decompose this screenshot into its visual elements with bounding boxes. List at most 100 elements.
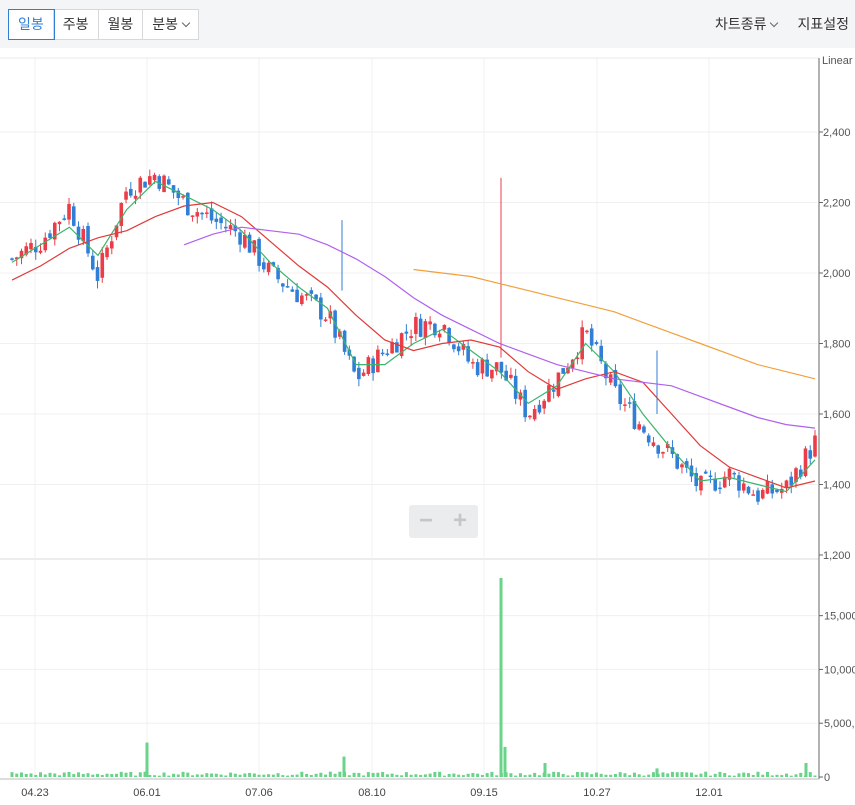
- candle: [62, 214, 67, 221]
- candle: [737, 471, 741, 498]
- candle: [532, 405, 537, 422]
- volume-bar: [670, 771, 674, 777]
- volume-bar: [746, 773, 750, 777]
- x-tick-label: 10.27: [583, 787, 611, 799]
- period-tabs: 일봉 주봉 월봉 분봉: [8, 9, 200, 40]
- volume-bar: [765, 771, 769, 777]
- volume-bar: [575, 771, 579, 777]
- volume-bar: [205, 773, 209, 777]
- tab-daily[interactable]: 일봉: [8, 9, 55, 40]
- candle: [699, 475, 703, 496]
- candle: [281, 282, 285, 293]
- volume-bar: [442, 775, 446, 777]
- volume-bar: [537, 775, 541, 777]
- volume-bar: [547, 773, 551, 777]
- candle: [637, 421, 641, 431]
- volume-bar: [167, 775, 171, 777]
- candle: [190, 215, 195, 222]
- volume-bar: [651, 772, 655, 777]
- volume-bar: [72, 774, 76, 777]
- scale-label[interactable]: Linear: [822, 55, 853, 67]
- volume-bar: [181, 771, 185, 777]
- candle: [727, 467, 732, 487]
- volume-bar: [780, 775, 784, 777]
- candle: [395, 338, 399, 353]
- volume-bar: [357, 772, 361, 777]
- candle: [109, 235, 114, 255]
- candle: [361, 369, 366, 377]
- candle: [803, 446, 808, 478]
- volume-y-tick-label: 10,000: [824, 664, 855, 676]
- candle: [513, 368, 518, 405]
- tab-minute[interactable]: 분봉: [143, 10, 198, 39]
- volume-bar: [324, 774, 328, 777]
- zoom-in-button[interactable]: +: [443, 505, 477, 538]
- x-tick-label: 06.01: [133, 787, 161, 799]
- candle: [528, 415, 532, 420]
- candle: [57, 221, 62, 232]
- candle: [76, 221, 81, 245]
- chevron-down-icon: [181, 18, 191, 28]
- stock-chart[interactable]: 1,200 1,400 1,600 1,800 2,000 2,200 2,400 Linea…: [0, 48, 855, 805]
- candle: [646, 433, 651, 447]
- volume-bar: [761, 774, 765, 777]
- volume-bar: [580, 772, 584, 777]
- y-tick-label: 2,200: [823, 198, 851, 210]
- volume-bar: [338, 771, 342, 777]
- x-tick-label: 07.06: [245, 787, 273, 799]
- candle: [713, 472, 718, 492]
- volume-bar: [732, 775, 736, 777]
- candle: [423, 318, 428, 346]
- volume-bar: [742, 772, 746, 777]
- candle: [471, 358, 475, 369]
- volume-bar: [286, 775, 290, 777]
- candle: [680, 462, 684, 474]
- volume-bar: [528, 774, 532, 777]
- volume-bar: [115, 773, 119, 777]
- candle: [651, 437, 656, 448]
- volume-bar: [689, 772, 693, 777]
- indicator-settings-button[interactable]: 지표설정: [797, 14, 849, 34]
- candle: [456, 342, 461, 356]
- volume-bar: [400, 775, 404, 777]
- volume-bar: [395, 774, 399, 777]
- volume-bar: [233, 773, 237, 777]
- candle: [499, 361, 504, 379]
- y-tick-label: 1,800: [823, 339, 851, 351]
- chart-type-dropdown[interactable]: 차트종류: [715, 14, 779, 34]
- volume-spike-bar: [499, 578, 503, 777]
- candle: [162, 174, 166, 193]
- volume-bar: [381, 771, 385, 777]
- candle: [751, 489, 756, 496]
- candle: [732, 471, 737, 479]
- tab-monthly[interactable]: 월봉: [99, 10, 144, 39]
- moving-average-lines: [11, 180, 816, 493]
- volume-spike-bar: [804, 763, 808, 777]
- tab-weekly[interactable]: 주봉: [54, 10, 99, 39]
- volume-bar: [666, 773, 670, 777]
- volume-bar: [290, 774, 294, 777]
- candle: [694, 467, 699, 492]
- volume-bar: [110, 774, 114, 777]
- candle: [290, 286, 295, 292]
- candle: [252, 240, 257, 256]
- candle: [247, 232, 252, 253]
- candle: [452, 343, 456, 353]
- candle: [475, 358, 480, 377]
- volume-bar: [609, 774, 613, 777]
- volume-bar: [438, 771, 442, 777]
- volume-bar: [556, 772, 560, 777]
- volume-bar: [48, 772, 52, 777]
- volume-bar: [457, 774, 461, 777]
- candle: [10, 257, 14, 262]
- volume-bar: [252, 773, 256, 777]
- volume-bar: [813, 775, 817, 777]
- zoom-out-button[interactable]: −: [409, 505, 443, 538]
- volume-bar: [685, 772, 689, 777]
- volume-bar: [495, 775, 499, 777]
- volume-bar: [476, 773, 480, 777]
- volume-bar: [34, 774, 38, 777]
- volume-bar: [248, 772, 252, 777]
- candle: [703, 469, 708, 475]
- volume-bar: [509, 773, 513, 777]
